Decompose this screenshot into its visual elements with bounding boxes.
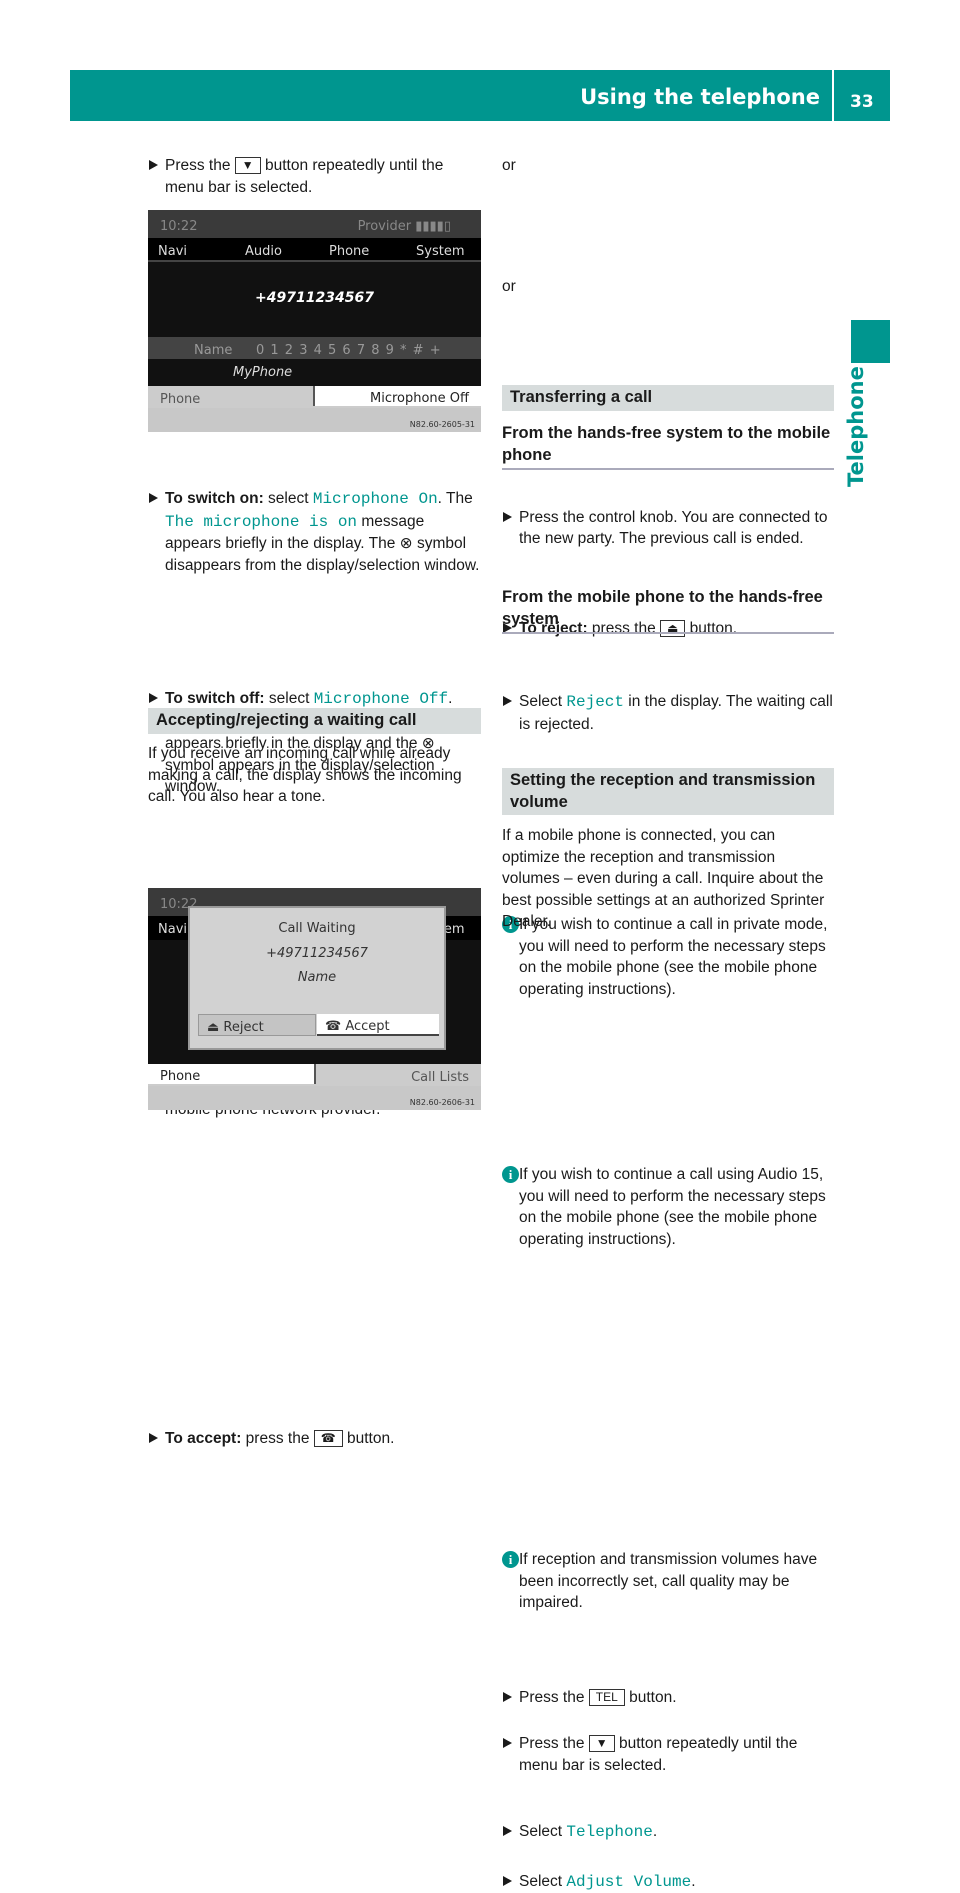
page-number: 33 <box>850 92 874 114</box>
display-text: The microphone is on <box>165 513 357 531</box>
bullet-block: Select Telephone. <box>502 1821 834 1844</box>
tab-phone: Phone <box>148 1064 316 1084</box>
bullet-block: To accept: press the ☎ button. <box>148 1428 481 1450</box>
display-text: Telephone <box>566 1823 652 1841</box>
bold-label: To switch on: <box>165 490 264 507</box>
text: If a mobile phone is connected, you can … <box>502 827 824 930</box>
text: If you receive an incoming call while al… <box>148 745 462 805</box>
info-icon: i <box>502 1166 519 1183</box>
screenshot-microphone: 10:22 Provider ▮▮▮▮▯ Navi Audio Phone System… <box>148 210 481 432</box>
bullet-block: To switch on: select Microphone On. The … <box>148 488 481 576</box>
section-block: Accepting/rejecting a waiting call <box>148 708 481 734</box>
display-text: Microphone On <box>313 490 438 508</box>
text: Select <box>519 1873 566 1890</box>
text: Press the control knob. You are connecte… <box>519 509 828 548</box>
accept-label: Accept <box>345 1019 389 1034</box>
sub-block: From the hands-free system to the mobile… <box>502 423 834 470</box>
section-block: Setting the reception and transmission v… <box>502 768 834 815</box>
para-block: or <box>502 155 834 177</box>
menu-audio: Audio <box>245 241 282 263</box>
info-block: iIf reception and transmission volumes h… <box>502 1549 834 1614</box>
button-symbol: ☎ <box>314 1430 343 1447</box>
figure-code: N82.60-2605-31 <box>410 414 475 432</box>
text: button. <box>625 1689 677 1706</box>
menu-navi: Navi <box>158 241 187 263</box>
bullet-block: Press the TEL button. <box>502 1687 834 1709</box>
provider-status: Provider ▮▮▮▮▯ <box>358 216 451 238</box>
text: . <box>691 1873 695 1890</box>
text: If you wish to continue a call using Aud… <box>519 1166 826 1248</box>
display-text: Microphone Off <box>314 690 448 708</box>
text: . <box>653 1823 657 1840</box>
divider <box>832 70 834 121</box>
text: If reception and transmission volumes ha… <box>519 1551 817 1611</box>
caller-number: +49711234567 <box>190 943 444 965</box>
button-symbol: ▼ <box>589 1735 615 1752</box>
text: Press the <box>519 1735 589 1752</box>
reject-label: Reject <box>223 1020 263 1035</box>
clock: 10:22 <box>160 216 197 238</box>
section-block: Transferring a call <box>502 385 834 411</box>
menu-system: System <box>416 241 464 263</box>
screenshot-call-waiting: 10:22 NaviSystem PhoneCall Lists N82.60-… <box>148 888 481 1110</box>
text: press the <box>241 1430 313 1447</box>
para-block: If a mobile phone is connected, you can … <box>502 825 834 933</box>
text: select <box>264 490 313 507</box>
bullet-block: Select Reject in the display. The waitin… <box>502 691 834 735</box>
button-symbol: ▼ <box>235 157 261 174</box>
button-symbol: TEL <box>589 1689 625 1706</box>
page-header: Using the telephone 33 <box>70 70 890 121</box>
text: Setting the reception and transmission v… <box>510 771 815 811</box>
bullet-block: Press the control knob. You are connecte… <box>502 507 834 550</box>
tab-microphone-off: Microphone Off <box>313 386 481 406</box>
text: or <box>502 157 516 174</box>
device-name: MyPhone <box>233 362 481 384</box>
figure-code: N82.60-2606-31 <box>410 1092 475 1110</box>
bold-label: To accept: <box>165 1430 241 1447</box>
text: or <box>502 278 516 295</box>
sub-block: From the mobile phone to the hands-free … <box>502 587 834 634</box>
text: Select <box>519 693 566 710</box>
caller-name: Name <box>190 967 444 989</box>
text: Select <box>519 1823 566 1840</box>
microphone-off-icon: ⊗ <box>400 535 413 552</box>
text: From the mobile phone to the hands-free … <box>502 588 823 628</box>
accept-button[interactable]: ☎ Accept <box>317 1014 439 1036</box>
section-title: Using the telephone <box>580 87 820 109</box>
dialed-number: +49711234567 <box>148 288 481 310</box>
para-block: or <box>502 276 834 298</box>
text: Accepting/rejecting a waiting call <box>156 711 416 729</box>
text: . The <box>438 490 473 507</box>
bullet-block: Select Adjust Volume. <box>502 1871 834 1893</box>
text: From the hands-free system to the mobile… <box>502 424 830 464</box>
info-block: iIf you wish to continue a call using Au… <box>502 1164 834 1250</box>
text: Press the <box>519 1689 589 1706</box>
menu-phone: Phone <box>329 241 369 263</box>
bullet-block: Press the ▼ button repeatedly until the … <box>502 1733 834 1776</box>
bold-label: To switch off: <box>165 690 265 707</box>
display-text: Reject <box>566 693 624 711</box>
call-waiting-dialog: Call Waiting +49711234567 Name ⏏ Reject … <box>188 906 446 1050</box>
info-icon: i <box>502 1551 519 1568</box>
text: button. <box>343 1430 395 1447</box>
name-label: Name <box>194 340 232 362</box>
para-block: If you receive an incoming call while al… <box>148 743 481 808</box>
dialog-title: Call Waiting <box>190 918 444 940</box>
text: select <box>265 690 314 707</box>
bullet-block: Press the ▼ button repeatedly until the … <box>148 155 481 198</box>
side-tab-label: Telephone <box>846 366 868 487</box>
side-tab-marker <box>851 320 890 363</box>
text: Transferring a call <box>510 388 652 406</box>
text: Press the <box>165 157 235 174</box>
digit-row: 0 1 2 3 4 5 6 7 8 9 * # + <box>256 340 442 362</box>
reject-button[interactable]: ⏏ Reject <box>198 1014 316 1036</box>
display-text: Adjust Volume <box>566 1873 691 1891</box>
menu-navi: Navi <box>158 919 187 941</box>
